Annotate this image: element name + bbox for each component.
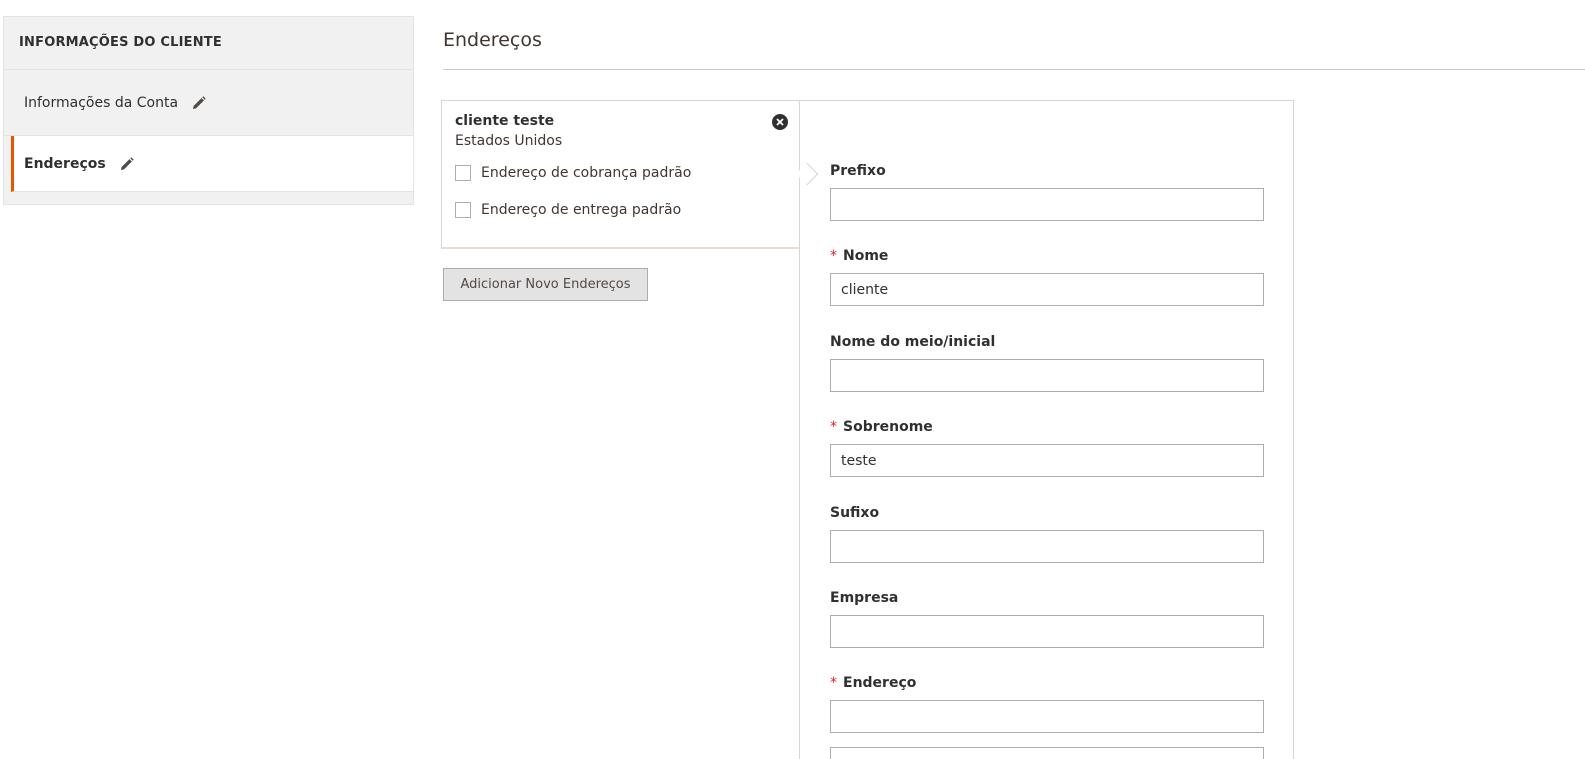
middle-name-label: Nome do meio/inicial <box>830 334 996 350</box>
default-billing-checkbox[interactable] <box>455 165 471 181</box>
company-label: Empresa <box>830 590 899 606</box>
pencil-icon <box>192 95 206 110</box>
sidebar-item-label: Endereços <box>24 155 106 172</box>
close-icon[interactable] <box>772 114 788 130</box>
customer-edit-page: INFORMAÇÕES DO CLIENTE Informações da Co… <box>0 0 1585 759</box>
suffix-input[interactable] <box>830 530 1264 563</box>
address-card[interactable]: cliente teste Estados Unidos Endereço de… <box>441 100 800 249</box>
street-line-2-input[interactable] <box>830 747 1264 759</box>
middle-name-field: Nome do meio/inicial <box>830 334 1264 392</box>
sidebar-item-addresses[interactable]: Endereços <box>11 136 413 192</box>
sidebar-item-account-info[interactable]: Informações da Conta <box>4 70 413 136</box>
prefix-label: Prefixo <box>830 163 886 179</box>
street-input[interactable] <box>830 700 1264 733</box>
suffix-label: Sufixo <box>830 505 880 521</box>
address-name: cliente teste <box>455 113 555 129</box>
first-name-input[interactable] <box>830 273 1264 306</box>
street-field: * Endereço <box>830 675 1264 759</box>
default-shipping-option[interactable]: Endereço de entrega padrão <box>455 202 787 218</box>
sidebar-item-label: Informações da Conta <box>24 94 179 111</box>
first-name-field: * Nome <box>830 248 1264 306</box>
company-field: Empresa <box>830 590 1264 648</box>
street-label: * Endereço <box>830 675 917 691</box>
address-country: Estados Unidos <box>455 133 563 149</box>
last-name-input[interactable] <box>830 444 1264 477</box>
required-asterisk: * <box>830 675 837 691</box>
suffix-field: Sufixo <box>830 505 1264 563</box>
customer-info-sidebar: INFORMAÇÕES DO CLIENTE Informações da Co… <box>3 16 414 205</box>
middle-name-input[interactable] <box>830 359 1264 392</box>
prefix-field: Prefixo <box>830 163 1264 221</box>
last-name-label: * Sobrenome <box>830 419 933 435</box>
required-asterisk: * <box>830 419 837 435</box>
pencil-icon <box>120 156 134 171</box>
last-name-field: * Sobrenome <box>830 419 1264 477</box>
company-input[interactable] <box>830 615 1264 648</box>
default-billing-option[interactable]: Endereço de cobrança padrão <box>455 165 787 181</box>
sidebar-title: INFORMAÇÕES DO CLIENTE <box>4 17 413 70</box>
section-divider <box>443 69 1585 70</box>
section-title: Endereços <box>443 29 542 51</box>
default-shipping-label: Endereço de entrega padrão <box>481 202 682 218</box>
default-shipping-checkbox[interactable] <box>455 202 471 218</box>
prefix-input[interactable] <box>830 188 1264 221</box>
default-billing-label: Endereço de cobrança padrão <box>481 165 692 181</box>
add-new-address-button[interactable]: Adicionar Novo Endereços <box>443 268 648 301</box>
address-form-panel: Prefixo *Nome Nome do meio/inicial *Sobr… <box>799 100 1294 759</box>
required-asterisk: * <box>830 248 837 264</box>
first-name-label: * Nome <box>830 248 889 264</box>
